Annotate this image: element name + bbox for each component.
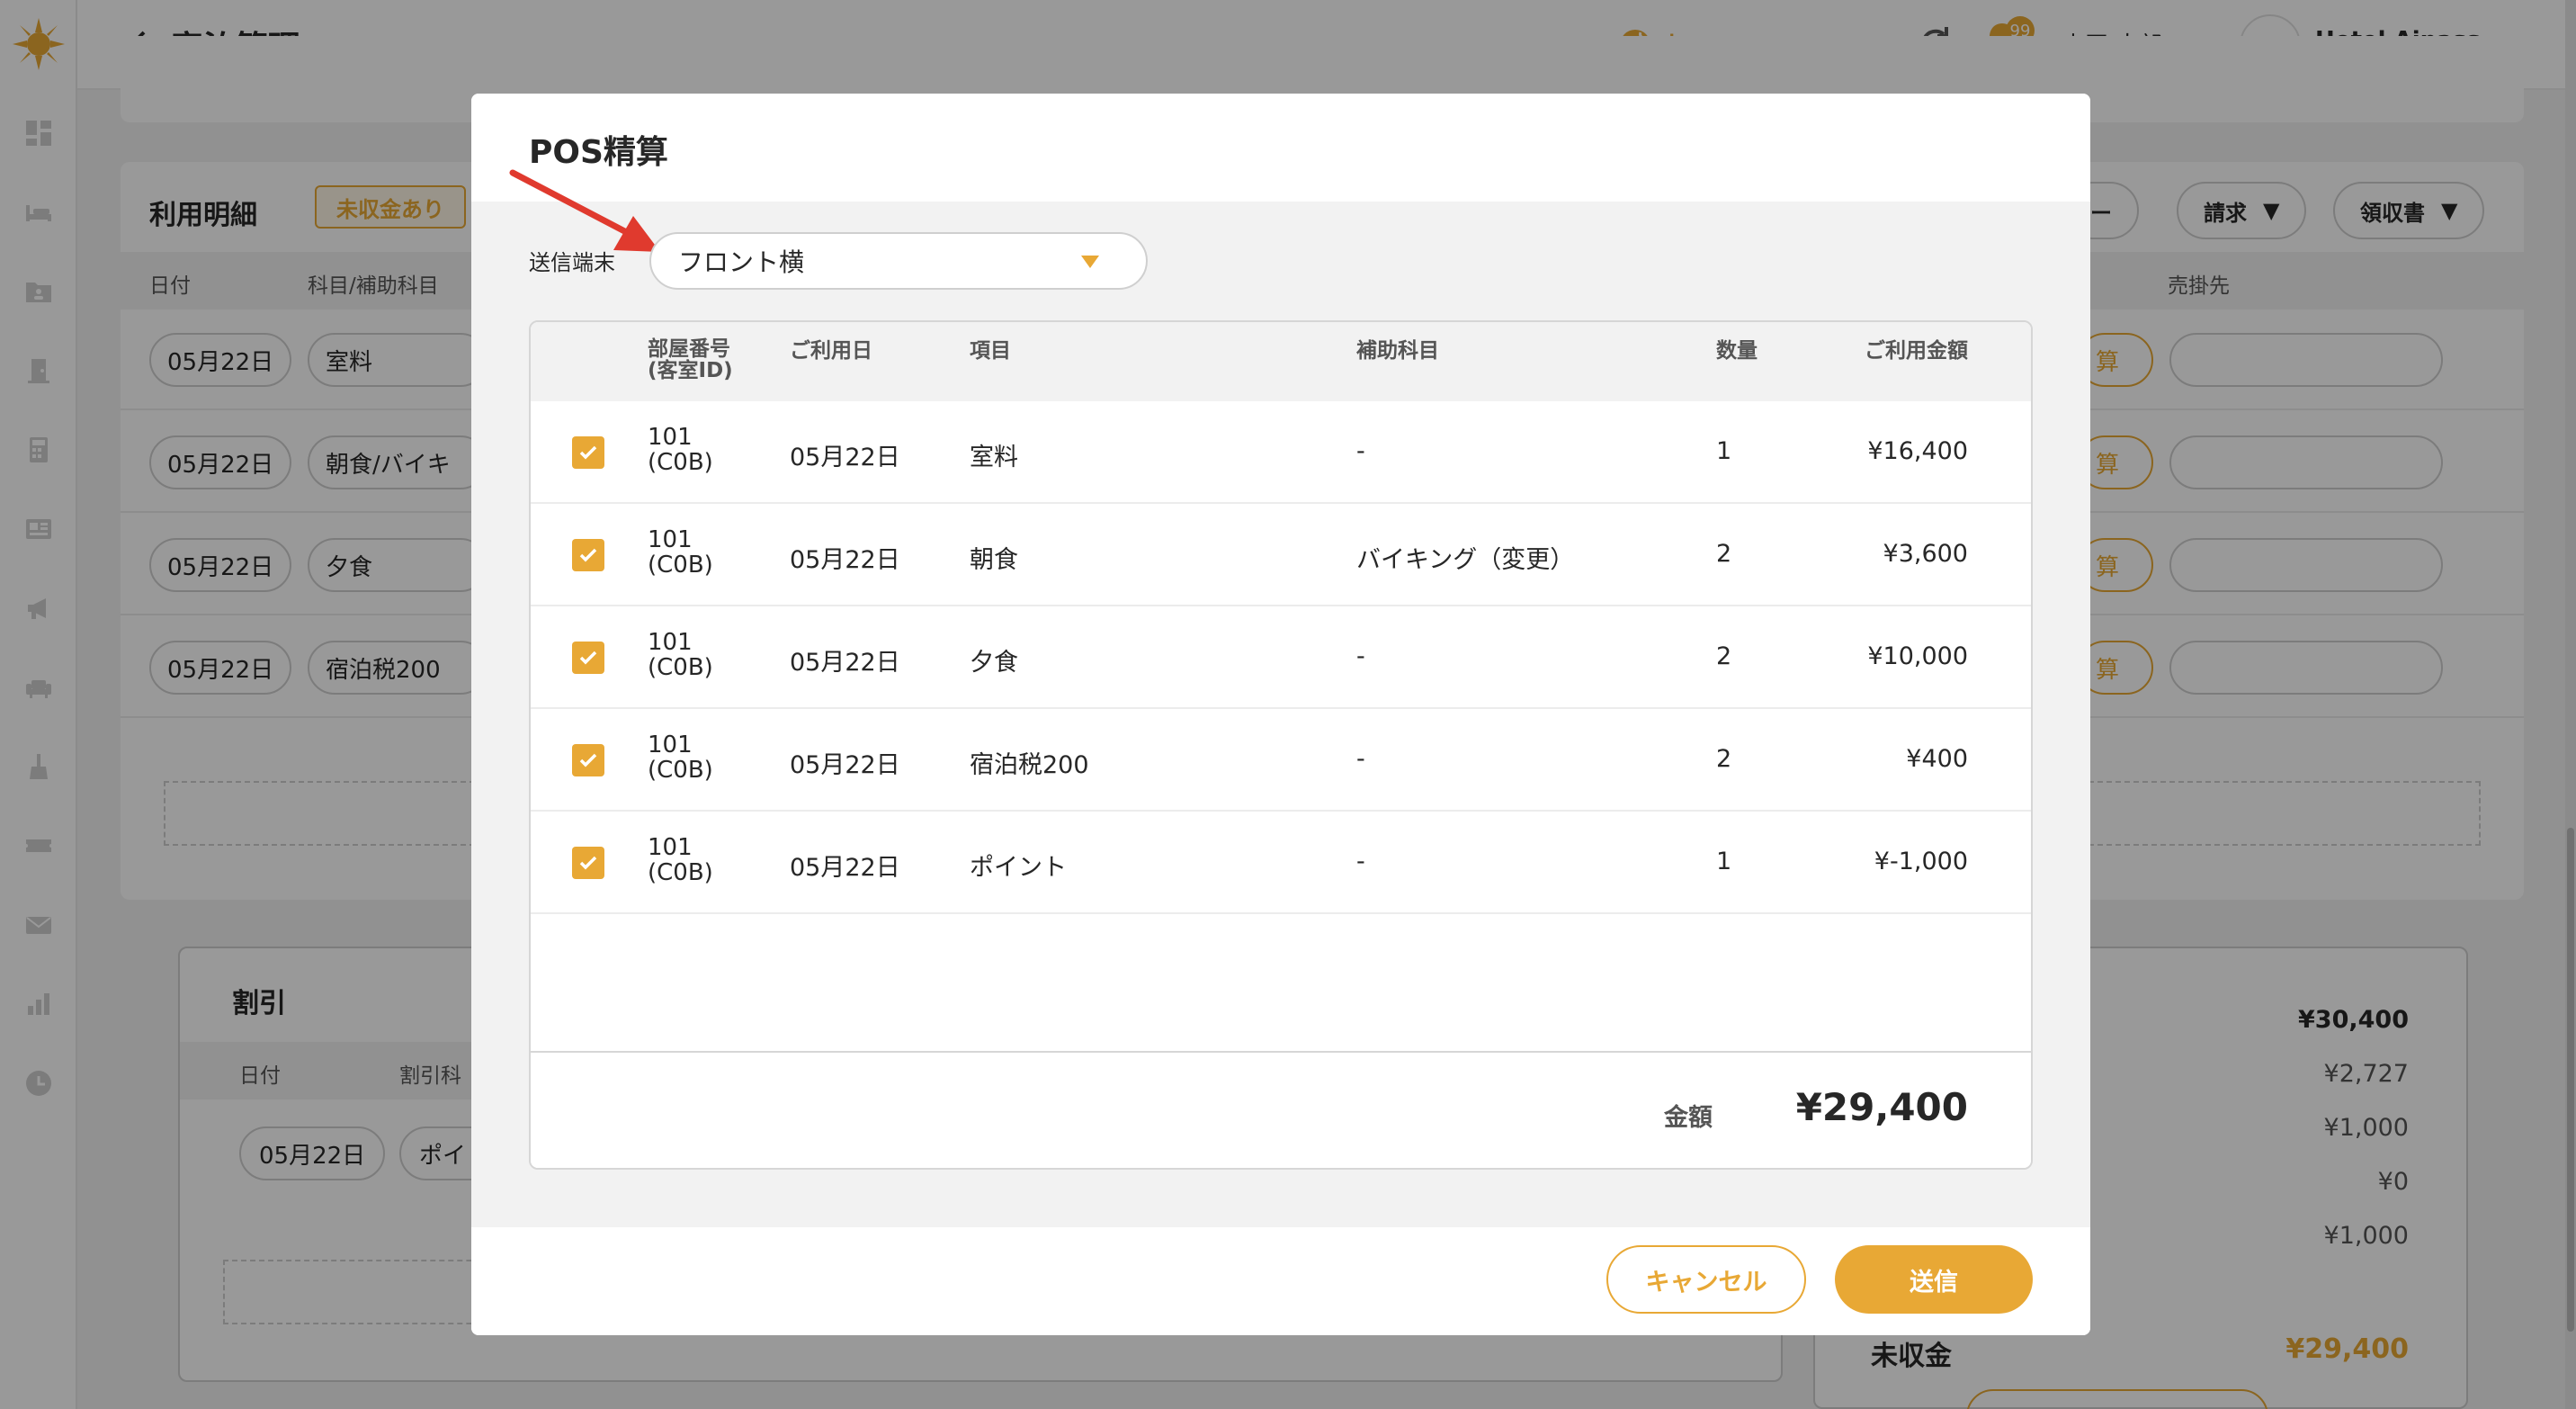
row-checkbox[interactable] bbox=[572, 847, 604, 879]
total-amount: ¥29,400 bbox=[1795, 1085, 1968, 1129]
cell-qty: 1 bbox=[1716, 437, 1732, 465]
check-icon bbox=[579, 445, 597, 460]
table-row: 101 (C0B) 05月22日 室料 - 1 ¥16,400 bbox=[531, 401, 2031, 504]
table-row: 101 (C0B) 05月22日 夕食 - 2 ¥10,000 bbox=[531, 606, 2031, 709]
cell-room: 101 (C0B) bbox=[648, 629, 713, 681]
cell-amount: ¥10,000 bbox=[1867, 642, 1968, 670]
cell-sub-item: バイキング（変更） bbox=[1356, 546, 1575, 574]
col-date: ご利用日 bbox=[790, 339, 872, 363]
check-icon bbox=[579, 651, 597, 665]
cell-date: 05月22日 bbox=[790, 649, 900, 677]
cell-sub-item: - bbox=[1356, 848, 1365, 875]
col-item: 項目 bbox=[970, 339, 1011, 363]
modal-header: POS精算 bbox=[471, 94, 2090, 202]
pos-settlement-modal: POS精算 送信端末 フロント横 部屋番号 (客室ID) ご利用日 項目 補助科… bbox=[471, 94, 2090, 1335]
caret-down-icon bbox=[1081, 256, 1099, 268]
cell-room: 101 (C0B) bbox=[648, 424, 713, 476]
cell-item: 朝食 bbox=[970, 546, 1018, 574]
terminal-value: フロント横 bbox=[678, 247, 805, 277]
cancel-button[interactable]: キャンセル bbox=[1606, 1245, 1806, 1314]
terminal-select[interactable]: フロント横 bbox=[649, 232, 1148, 290]
send-button[interactable]: 送信 bbox=[1835, 1245, 2033, 1314]
col-amount: ご利用金額 bbox=[1865, 339, 1968, 363]
check-icon bbox=[579, 856, 597, 870]
row-checkbox[interactable] bbox=[572, 436, 604, 469]
cell-qty: 2 bbox=[1716, 745, 1732, 773]
table-total-row: 金額 ¥29,400 bbox=[531, 1051, 2031, 1168]
row-checkbox[interactable] bbox=[572, 642, 604, 674]
terminal-label: 送信端末 bbox=[529, 250, 615, 275]
table-row: 101 (C0B) 05月22日 朝食 バイキング（変更） 2 ¥3,600 bbox=[531, 504, 2031, 606]
cell-amount: ¥16,400 bbox=[1867, 437, 1968, 465]
col-qty: 数量 bbox=[1716, 339, 1758, 363]
cell-item: 室料 bbox=[970, 444, 1018, 471]
cell-amount: ¥3,600 bbox=[1883, 540, 1968, 568]
cell-amount: ¥-1,000 bbox=[1874, 848, 1968, 875]
cell-item: 夕食 bbox=[970, 649, 1018, 677]
cell-sub-item: - bbox=[1356, 745, 1365, 773]
total-label: 金額 bbox=[1664, 1104, 1713, 1132]
cell-room: 101 (C0B) bbox=[648, 526, 713, 579]
cell-room: 101 (C0B) bbox=[648, 834, 713, 886]
table-header-row: 部屋番号 (客室ID) ご利用日 項目 補助科目 数量 ご利用金額 bbox=[531, 322, 2031, 401]
cell-amount: ¥400 bbox=[1906, 745, 1968, 773]
pos-items-table: 部屋番号 (客室ID) ご利用日 項目 補助科目 数量 ご利用金額 101 (C… bbox=[529, 320, 2033, 1170]
cell-sub-item: - bbox=[1356, 642, 1365, 670]
table-row: 101 (C0B) 05月22日 ポイント - 1 ¥-1,000 bbox=[531, 812, 2031, 914]
cell-date: 05月22日 bbox=[790, 854, 900, 882]
row-checkbox[interactable] bbox=[572, 539, 604, 571]
cell-room: 101 (C0B) bbox=[648, 731, 713, 784]
cell-item: 宿泊税200 bbox=[970, 751, 1089, 779]
check-icon bbox=[579, 753, 597, 767]
cell-sub-item: - bbox=[1356, 437, 1365, 465]
cell-qty: 2 bbox=[1716, 642, 1732, 670]
table-row: 101 (C0B) 05月22日 宿泊税200 - 2 ¥400 bbox=[531, 709, 2031, 812]
cell-qty: 1 bbox=[1716, 848, 1732, 875]
col-sub-item: 補助科目 bbox=[1356, 339, 1439, 363]
cell-qty: 2 bbox=[1716, 540, 1732, 568]
cell-date: 05月22日 bbox=[790, 444, 900, 471]
row-checkbox[interactable] bbox=[572, 744, 604, 776]
cell-date: 05月22日 bbox=[790, 546, 900, 574]
cell-date: 05月22日 bbox=[790, 751, 900, 779]
col-room: 部屋番号 (客室ID) bbox=[648, 337, 733, 382]
check-icon bbox=[579, 548, 597, 562]
cell-item: ポイント bbox=[970, 854, 1067, 882]
